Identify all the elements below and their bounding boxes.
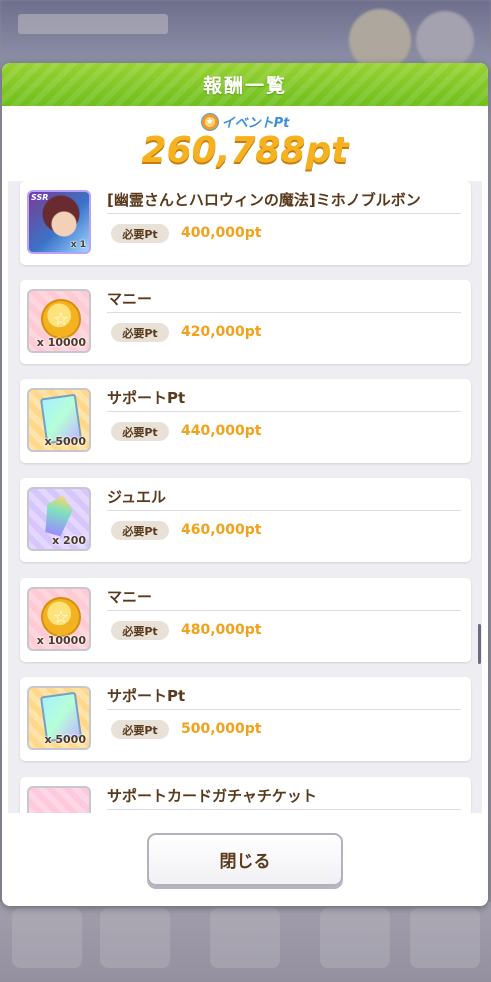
required-pt-value: 480,000pt: [181, 622, 262, 638]
reward-item: x 200 ジュエル 必要Pt 460,000pt: [20, 478, 471, 562]
reward-item: サポートカードガチャチケット: [20, 777, 471, 813]
reward-item: x 5000 サポートPt 必要Pt 500,000pt: [20, 677, 471, 761]
required-pt-badge: 必要Pt: [111, 720, 169, 739]
reward-name: サポートPt: [107, 389, 186, 407]
required-pt-value: 420,000pt: [181, 324, 262, 340]
close-button[interactable]: 閉じる: [147, 833, 343, 886]
reward-quantity: x 5000: [44, 733, 86, 746]
reward-name: サポートPt: [107, 687, 186, 705]
reward-item: ☆ x 10000 マニー 必要Pt 480,000pt: [20, 578, 471, 662]
reward-quantity: x 10000: [36, 634, 86, 647]
required-pt-value: 400,000pt: [181, 225, 262, 241]
reward-name: マニー: [107, 588, 153, 606]
reward-name: [幽霊さんとハロウィンの魔法]ミホノブルボン: [107, 191, 421, 209]
reward-quantity: x 1: [70, 240, 86, 250]
divider: [107, 213, 461, 214]
required-pt-badge: 必要Pt: [111, 521, 169, 540]
required-pt-badge: 必要Pt: [111, 224, 169, 243]
reward-item: x 5000 サポートPt 必要Pt 440,000pt: [20, 379, 471, 463]
jewel-icon: x 200: [27, 487, 91, 551]
reward-list-modal: 報酬一覧 ★ イベントPt 260,788pt SSR x 1 [幽霊さんとハロ…: [2, 63, 488, 906]
required-pt-badge: 必要Pt: [111, 422, 169, 441]
divider: [107, 809, 461, 810]
event-pt-label: イベントPt: [221, 116, 290, 131]
money-coin-icon: ☆ x 10000: [27, 587, 91, 651]
required-pt-value: 460,000pt: [181, 522, 262, 538]
reward-item: ☆ x 10000 マニー 必要Pt 420,000pt: [20, 280, 471, 364]
divider: [107, 510, 461, 511]
ssr-badge: SSR: [31, 193, 49, 202]
gacha-ticket-icon: [27, 786, 91, 813]
reward-name: マニー: [107, 290, 153, 308]
required-pt-value: 500,000pt: [181, 721, 262, 737]
reward-list[interactable]: SSR x 1 [幽霊さんとハロウィンの魔法]ミホノブルボン 必要Pt 400,…: [8, 181, 482, 813]
reward-quantity: x 200: [52, 534, 86, 547]
money-coin-icon: ☆ x 10000: [27, 289, 91, 353]
ssr-support-card-icon: SSR x 1: [27, 190, 91, 254]
divider: [107, 610, 461, 611]
event-pt-total: 260,788pt: [141, 130, 349, 171]
required-pt-badge: 必要Pt: [111, 323, 169, 342]
required-pt-badge: 必要Pt: [111, 621, 169, 640]
reward-quantity: x 10000: [36, 336, 86, 349]
divider: [107, 709, 461, 710]
divider: [107, 411, 461, 412]
reward-name: サポートカードガチャチケット: [107, 787, 317, 805]
reward-name: ジュエル: [107, 488, 166, 506]
scrollbar[interactable]: [478, 181, 481, 813]
support-pt-card-icon: x 5000: [27, 686, 91, 750]
support-pt-card-icon: x 5000: [27, 388, 91, 452]
event-points-summary: ★ イベントPt 260,788pt: [2, 106, 488, 181]
reward-item: SSR x 1 [幽霊さんとハロウィンの魔法]ミホノブルボン 必要Pt 400,…: [20, 181, 471, 265]
modal-title: 報酬一覧: [2, 63, 488, 106]
divider: [107, 312, 461, 313]
modal-footer: 閉じる: [2, 813, 488, 906]
required-pt-value: 440,000pt: [181, 423, 262, 439]
reward-quantity: x 5000: [44, 435, 86, 448]
event-pt-icon: ★: [200, 112, 219, 131]
scrollbar-thumb[interactable]: [478, 624, 481, 664]
